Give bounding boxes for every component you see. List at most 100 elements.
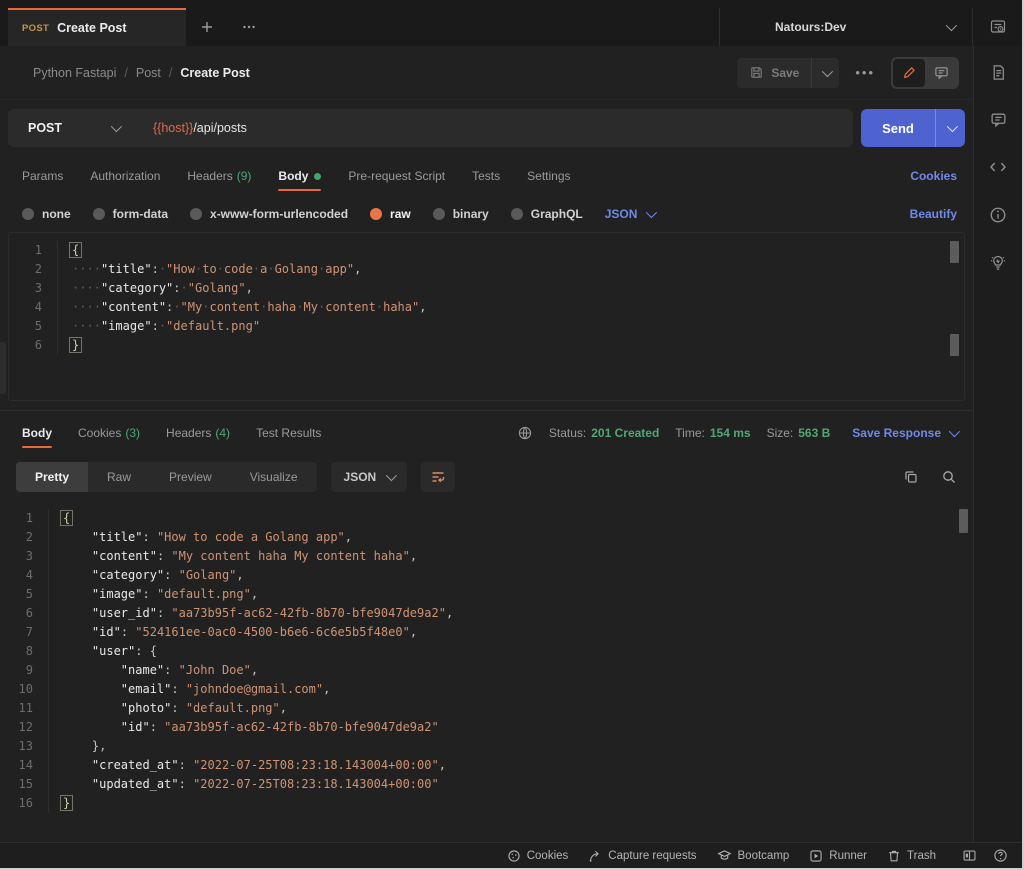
tab-label: Headers xyxy=(187,169,232,183)
body-type-raw[interactable]: raw xyxy=(370,207,411,221)
code-line: 15 "updated_at": "2022-07-25T08:23:18.14… xyxy=(0,775,973,794)
time-label: Time: xyxy=(675,426,705,440)
response-tab-test-results[interactable]: Test Results xyxy=(256,413,321,453)
radio-label: GraphQL xyxy=(531,207,583,221)
raw-format-selector[interactable]: JSON xyxy=(605,207,655,221)
body-type-graphql[interactable]: GraphQL xyxy=(511,207,583,221)
response-toolbar: Pretty Raw Preview Visualize JSON xyxy=(0,455,973,499)
tab-params[interactable]: Params xyxy=(22,156,63,196)
statusbar-trash[interactable]: Trash xyxy=(887,849,936,863)
code-line: 1{ xyxy=(9,241,964,260)
url-input[interactable]: {{host}}/api/posts xyxy=(135,121,247,135)
tab-authorization[interactable]: Authorization xyxy=(90,156,160,196)
tab-options-button[interactable] xyxy=(228,8,270,46)
tab-method-label: POST xyxy=(22,23,49,34)
method-selector[interactable]: POST xyxy=(8,121,135,135)
right-sidebar xyxy=(973,46,1022,842)
response-format-selector[interactable]: JSON xyxy=(331,462,408,492)
scrollbar-thumb[interactable] xyxy=(959,509,968,533)
response-body-editor[interactable]: 1{2 "title": "How to code a Golang app",… xyxy=(0,499,973,842)
radio-label: raw xyxy=(390,207,411,221)
tab-count: (9) xyxy=(237,169,252,183)
wrap-lines-button[interactable] xyxy=(421,462,455,492)
split-pane-icon[interactable] xyxy=(962,848,977,863)
tab-settings[interactable]: Settings xyxy=(527,156,570,196)
trash-icon xyxy=(887,849,901,863)
view-tab-raw[interactable]: Raw xyxy=(88,462,150,492)
status-label: Status: xyxy=(549,426,586,440)
open-request-tab[interactable]: POST Create Post xyxy=(8,8,186,46)
new-tab-button[interactable] xyxy=(186,8,228,46)
radio-label: form-data xyxy=(113,207,168,221)
breadcrumb-collection[interactable]: Python Fastapi xyxy=(33,66,116,80)
tab-pre-request-script[interactable]: Pre-request Script xyxy=(348,156,445,196)
view-tab-pretty[interactable]: Pretty xyxy=(16,462,88,492)
code-snippet-icon[interactable] xyxy=(989,158,1007,176)
tab-label: Headers xyxy=(166,426,211,440)
radio-icon xyxy=(22,208,34,220)
statusbar-capture-requests[interactable]: Capture requests xyxy=(588,849,696,863)
line-number: 5 xyxy=(0,585,48,604)
cookies-link[interactable]: Cookies xyxy=(910,169,957,183)
response-tab-headers[interactable]: Headers(4) xyxy=(166,413,230,453)
beautify-link[interactable]: Beautify xyxy=(910,207,957,221)
radio-icon xyxy=(93,208,105,220)
tab-body[interactable]: Body xyxy=(278,156,321,196)
statusbar-bootcamp[interactable]: Bootcamp xyxy=(717,848,790,863)
request-body-editor[interactable]: 1{2····"title":·"How·to·code·a·Golang·ap… xyxy=(8,232,965,401)
line-number: 4 xyxy=(9,298,57,317)
response-tab-body[interactable]: Body xyxy=(22,413,52,453)
body-type-form-data[interactable]: form-data xyxy=(93,207,168,221)
capture-requests-icon xyxy=(588,849,602,863)
body-type-urlencoded[interactable]: x-www-form-urlencoded xyxy=(190,207,348,221)
send-button[interactable]: Send xyxy=(861,109,935,147)
tab-headers[interactable]: Headers (9) xyxy=(187,156,251,196)
save-response-button[interactable]: Save Response xyxy=(852,426,957,440)
view-tab-visualize[interactable]: Visualize xyxy=(231,462,317,492)
help-icon[interactable] xyxy=(993,848,1008,863)
environment-selector[interactable]: Natours:Dev xyxy=(720,8,972,46)
statusbar-label: Bootcamp xyxy=(738,850,790,862)
comments-icon[interactable] xyxy=(990,111,1007,128)
tab-label: Body xyxy=(22,426,52,440)
send-options-button[interactable] xyxy=(935,109,965,147)
save-options-button[interactable] xyxy=(811,58,839,88)
tab-label: Pre-request Script xyxy=(348,169,445,183)
view-tab-preview[interactable]: Preview xyxy=(150,462,231,492)
code-line: 9 "name": "John Doe", xyxy=(0,661,973,680)
documentation-icon[interactable] xyxy=(990,64,1007,81)
response-format-value: JSON xyxy=(344,470,377,484)
scrollbar-thumb[interactable] xyxy=(950,334,959,356)
sidebar-collapse-handle[interactable] xyxy=(0,342,6,394)
tab-tests[interactable]: Tests xyxy=(472,156,500,196)
code-line: 6 "user_id": "aa73b95f-ac62-42fb-8b70-bf… xyxy=(0,604,973,623)
response-tab-cookies[interactable]: Cookies(3) xyxy=(78,413,140,453)
code-line: 5····"image":·"default.png" xyxy=(9,317,964,336)
body-type-binary[interactable]: binary xyxy=(433,207,489,221)
code-line: 2····"title":·"How·to·code·a·Golang·app"… xyxy=(9,260,964,279)
lightbulb-icon[interactable] xyxy=(989,254,1007,272)
breadcrumb-request-name[interactable]: Create Post xyxy=(180,66,249,80)
postman-window: POST Create Post Natours:Dev Python Fast… xyxy=(0,0,1024,870)
code-line: 4····"content":·"My·content·haha·My·cont… xyxy=(9,298,964,317)
search-icon[interactable] xyxy=(941,469,957,485)
info-icon[interactable] xyxy=(989,206,1007,224)
save-button[interactable]: Save xyxy=(737,58,811,88)
request-more-actions-button[interactable]: ••• xyxy=(851,65,879,80)
breadcrumb-folder[interactable]: Post xyxy=(136,66,161,80)
copy-icon[interactable] xyxy=(903,469,919,485)
body-type-none[interactable]: none xyxy=(22,207,71,221)
response-tabs: Body Cookies(3) Headers(4) Test Results … xyxy=(0,411,973,455)
runner-icon xyxy=(809,849,823,863)
comment-mode-button[interactable] xyxy=(925,59,957,87)
edit-mode-button[interactable] xyxy=(893,59,925,87)
statusbar-runner[interactable]: Runner xyxy=(809,849,867,863)
ellipsis-icon xyxy=(241,19,257,35)
statusbar-cookies[interactable]: Cookies xyxy=(507,849,569,863)
scrollbar-thumb[interactable] xyxy=(950,241,959,263)
tab-label: Authorization xyxy=(90,169,160,183)
environment-quick-look-button[interactable] xyxy=(973,8,1022,46)
tab-label: Params xyxy=(22,169,63,183)
comment-icon xyxy=(934,65,949,80)
line-number: 10 xyxy=(0,680,48,699)
